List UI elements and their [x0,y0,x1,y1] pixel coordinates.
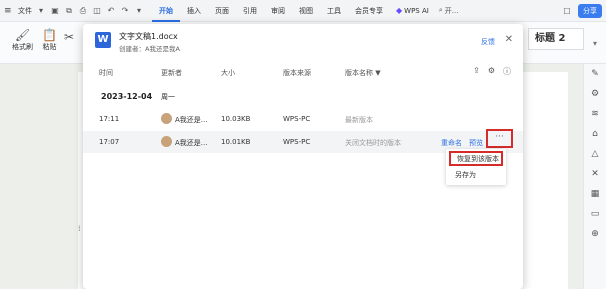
tab-page[interactable]: 页面 [208,0,236,22]
restore-version-item[interactable]: 恢复到该版本 [449,151,503,166]
row-source: WPS-PC [283,138,311,146]
date-header: 2023-12-04 [101,92,153,101]
format-painter-button[interactable]: 🖌 格式刷 [12,28,33,52]
filter-icon[interactable]: ≋ [584,104,606,124]
row-source: WPS-PC [283,115,311,123]
undo-icon[interactable]: ↶ [106,6,116,15]
search-label: 开... [444,6,459,15]
document-creator: 创建者：A我还是我A [119,45,180,53]
menu-icon[interactable]: ≡ [4,6,14,16]
paste-icon: 📋 [42,28,57,42]
search-icon: ⌕ [438,6,443,14]
info-icon[interactable]: ⓘ [503,66,511,77]
export-icon[interactable]: ⧉ [64,6,74,16]
rename-link[interactable]: 重命名 [441,138,462,148]
settings-icon[interactable]: ⚙ [584,84,606,104]
gear-icon[interactable]: ⚙ [488,66,495,77]
search-button[interactable]: ⌕ 开... [439,6,459,16]
chevron-down-icon[interactable]: ▾ [593,34,597,54]
document-title: 文字文稿1.docx [119,32,178,41]
chevron-down-icon[interactable]: ▾ [36,6,46,15]
tab-home[interactable]: 开始 [152,0,180,22]
save-as-item[interactable]: 另存为 [449,169,503,184]
row-time: 17:11 [99,115,120,123]
tab-insert[interactable]: 插入 [180,0,208,22]
col-size: 大小 [221,69,235,77]
row-size: 10.01KB [221,138,251,146]
col-name[interactable]: 版本名称 ▼ [345,68,381,78]
layout-icon[interactable]: ▭ [584,204,606,224]
paste-label: 粘贴 [42,43,57,51]
wps-ai-label: WPS AI [404,6,429,15]
row-name: 关闭文档时的版本 [345,139,401,147]
format-painter-label: 格式刷 [12,43,33,51]
paste-button[interactable]: 📋 粘贴 [42,28,57,52]
top-menu-bar: ≡ 文件 ▾ ▣ ⧉ ⎙ ◫ ↶ ↷ ▾ 开始 插入 页面 引用 审阅 视图 工… [0,0,606,22]
table-icon[interactable]: ▦ [584,184,606,204]
row-time: 17:07 [99,138,120,146]
wps-ai-button[interactable]: ◆ WPS AI [396,6,429,15]
word-doc-icon: W [95,32,111,48]
comment-icon[interactable]: ☐ [562,7,572,16]
redo-icon[interactable]: ↷ [120,6,130,15]
format-painter-icon: 🖌 [14,28,31,42]
tab-review[interactable]: 审阅 [264,0,292,22]
wps-ai-icon: ◆ [396,6,403,15]
cut-icon: ✂ [64,30,75,44]
tag-icon[interactable]: ⌂ [584,124,606,144]
col-name-label: 版本名称 [345,69,373,77]
date-group-header: 2023-12-04 周一 [101,92,175,102]
sort-down-icon: ▼ [375,69,381,77]
table-row[interactable]: 17:11 A我还是... 10.03KB WPS-PC 最新版本 [83,108,523,130]
print-icon[interactable]: ⎙ [78,6,88,16]
row-updater: A我还是... [175,139,208,147]
avatar [161,113,172,124]
tab-tools[interactable]: 工具 [320,0,348,22]
right-sidebar: ✎ ⚙ ≋ ⌂ △ ✕ ▦ ▭ ⊕ [583,64,606,289]
col-time: 时间 [99,69,113,77]
dialog-header: W 文字文稿1.docx 创建者：A我还是我A 反馈 ✕ [83,24,523,60]
col-source: 版本来源 [283,69,311,77]
column-headers: 时间 更新者 大小 版本来源 版本名称 ▼ ⇪ ⚙ ⓘ [83,62,523,82]
upload-icon[interactable]: ⇪ [473,66,480,77]
tab-reference[interactable]: 引用 [236,0,264,22]
row-updater: A我还是... [175,116,208,124]
preview-icon[interactable]: ◫ [92,6,102,15]
row-name: 最新版本 [345,116,373,124]
file-menu[interactable]: 文件 [18,6,32,16]
shape-icon[interactable]: △ [584,144,606,164]
ribbon-tabs: 开始 插入 页面 引用 审阅 视图 工具 会员专享 [152,0,390,22]
tools-icon[interactable]: ✕ [584,164,606,184]
style-heading-2[interactable]: 标题 2 ▾ [528,28,597,50]
close-icon[interactable]: ✕ [505,34,513,45]
edit-icon[interactable]: ✎ [584,64,606,84]
weekday: 周一 [160,93,175,101]
share-button[interactable]: 分享 [578,4,602,18]
more-options-button[interactable]: ··· [486,129,513,148]
tab-member[interactable]: 会员专享 [348,0,390,22]
col-updater: 更新者 [161,69,182,77]
feedback-link[interactable]: 反馈 [481,37,495,47]
save-icon[interactable]: ▣ [50,6,60,15]
more-icon[interactable]: ▾ [134,6,144,15]
tab-view[interactable]: 视图 [292,0,320,22]
avatar [161,136,172,147]
version-context-menu: 恢复到该版本 另存为 [446,149,506,185]
row-size: 10.03KB [221,115,251,123]
preview-link[interactable]: 预览 [469,138,483,148]
link-icon[interactable]: ⊕ [584,224,606,244]
style-heading-2-label: 标题 2 [535,33,566,44]
drag-handle-icon[interactable]: ⁞ [78,224,81,233]
cut-button[interactable]: ✂ [64,30,74,44]
